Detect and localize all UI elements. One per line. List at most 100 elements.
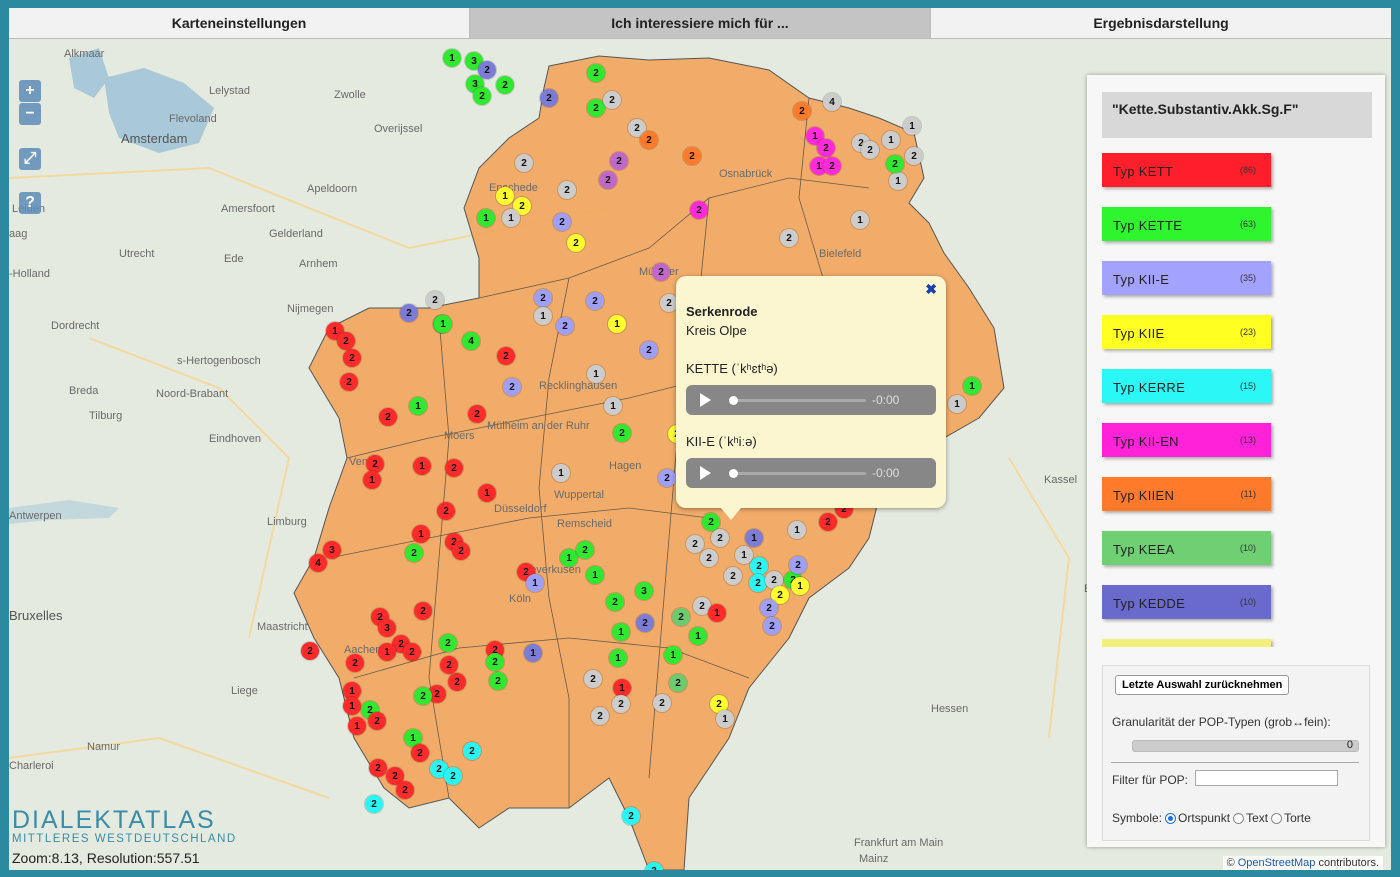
location-marker[interactable]: 3 [323,541,341,559]
location-marker[interactable]: 2 [400,304,418,322]
location-marker[interactable]: 1 [534,307,552,325]
location-marker[interactable]: 1 [477,209,495,227]
location-marker[interactable]: 2 [780,229,798,247]
tab-karteneinstellungen[interactable]: Karteneinstellungen [9,8,470,38]
legend-list[interactable]: Typ KETT (86) Typ KETTE (63) Typ KII-E (35) Ty… [1102,153,1277,647]
audio-progress-track[interactable] [732,472,866,475]
location-marker[interactable]: 2 [301,642,319,660]
location-marker[interactable]: 1 [413,457,431,475]
location-marker[interactable]: 2 [426,291,444,309]
location-marker[interactable]: 2 [750,557,768,575]
zoom-out-button[interactable]: − [19,103,41,125]
location-marker[interactable]: 2 [486,653,504,671]
location-marker[interactable]: 2 [587,64,605,82]
location-marker[interactable]: 2 [567,234,585,252]
location-marker[interactable]: 2 [606,593,624,611]
location-marker[interactable]: 2 [437,502,455,520]
location-marker[interactable]: 1 [604,397,622,415]
location-marker[interactable]: 1 [443,49,461,67]
location-marker[interactable]: 2 [683,147,701,165]
location-marker[interactable]: 2 [365,795,383,813]
location-marker[interactable]: 2 [653,694,671,712]
location-marker[interactable]: 1 [478,484,496,502]
location-marker[interactable]: 2 [489,672,507,690]
location-marker[interactable]: 4 [309,554,327,572]
location-marker[interactable]: 2 [444,767,462,785]
location-marker[interactable]: 2 [905,147,923,165]
location-marker[interactable]: 2 [403,643,421,661]
location-marker[interactable]: 2 [763,617,781,635]
location-marker[interactable]: 4 [823,93,841,111]
location-marker[interactable]: 2 [473,87,491,105]
location-marker[interactable]: 2 [340,373,358,391]
close-icon[interactable]: ✖ [925,281,937,298]
location-marker[interactable]: 2 [405,544,423,562]
location-marker[interactable]: 1 [851,211,869,229]
location-marker[interactable]: 2 [414,687,432,705]
location-marker[interactable]: 1 [788,521,806,539]
location-marker[interactable]: 2 [379,408,397,426]
location-marker[interactable]: 2 [369,759,387,777]
location-marker[interactable]: 2 [337,332,355,350]
location-marker[interactable]: 1 [409,397,427,415]
location-marker[interactable]: 2 [558,181,576,199]
location-marker[interactable]: 2 [414,602,432,620]
tab-ergebnisdarstellung[interactable]: Ergebnisdarstellung [931,8,1391,38]
location-marker[interactable]: 1 [412,525,430,543]
location-marker[interactable]: 1 [496,187,514,205]
location-marker[interactable]: 2 [613,424,631,442]
location-marker[interactable]: 1 [903,117,921,135]
location-marker[interactable]: 1 [689,627,707,645]
location-marker[interactable]: 2 [640,341,658,359]
location-marker[interactable]: 2 [445,459,463,477]
location-marker[interactable]: 2 [540,89,558,107]
location-marker[interactable]: 2 [690,201,708,219]
location-marker[interactable]: 2 [553,213,571,231]
location-marker[interactable]: 2 [591,707,609,725]
location-marker[interactable]: 3 [635,582,653,600]
location-marker[interactable]: 2 [749,574,767,592]
tab-interessen[interactable]: Ich interessiere mich für ... [470,8,931,38]
location-marker[interactable]: 2 [622,807,640,825]
play-icon[interactable] [700,393,711,407]
location-marker[interactable]: 2 [503,378,521,396]
location-marker[interactable]: 2 [368,712,386,730]
location-marker[interactable]: 2 [366,455,384,473]
location-marker[interactable]: 1 [745,529,763,547]
audio-player[interactable]: -0:00 [686,385,936,415]
location-marker[interactable]: 2 [669,674,687,692]
location-marker[interactable]: 3 [378,619,396,637]
location-marker[interactable]: 1 [963,377,981,395]
location-marker[interactable]: 2 [439,634,457,652]
help-icon[interactable]: ? [19,192,41,214]
location-marker[interactable]: 1 [526,574,544,592]
location-marker[interactable]: 4 [462,332,480,350]
location-marker[interactable]: 2 [819,513,837,531]
location-marker[interactable]: 1 [708,604,726,622]
legend-item[interactable]: Typ KETTE (63) [1102,207,1271,241]
location-marker[interactable]: 2 [724,567,742,585]
legend-item[interactable]: Typ KERRE (15) [1102,369,1271,403]
radio-text[interactable] [1233,812,1245,824]
radio-torte[interactable] [1271,812,1283,824]
location-marker[interactable]: 1 [434,315,452,333]
location-marker[interactable]: 1 [502,209,520,227]
legend-item[interactable]: Typ KIIE (23) [1102,315,1271,349]
location-marker[interactable]: 1 [948,395,966,413]
location-marker[interactable]: 2 [411,744,429,762]
location-marker[interactable]: 2 [886,155,904,173]
location-marker[interactable]: 2 [793,102,811,120]
audio-progress-knob[interactable] [729,396,738,405]
location-marker[interactable]: 1 [348,717,366,735]
zoom-in-button[interactable]: + [19,80,41,102]
location-marker[interactable]: 1 [664,646,682,664]
location-marker[interactable]: 2 [610,152,628,170]
filter-input[interactable] [1195,770,1338,786]
legend-item[interactable] [1102,639,1271,647]
location-marker[interactable]: 2 [556,317,574,335]
location-marker[interactable]: 2 [396,781,414,799]
location-marker[interactable]: 1 [889,172,907,190]
fullscreen-icon[interactable]: ⤢ [19,148,41,170]
audio-progress-knob[interactable] [729,469,738,478]
location-marker[interactable]: 2 [584,670,602,688]
